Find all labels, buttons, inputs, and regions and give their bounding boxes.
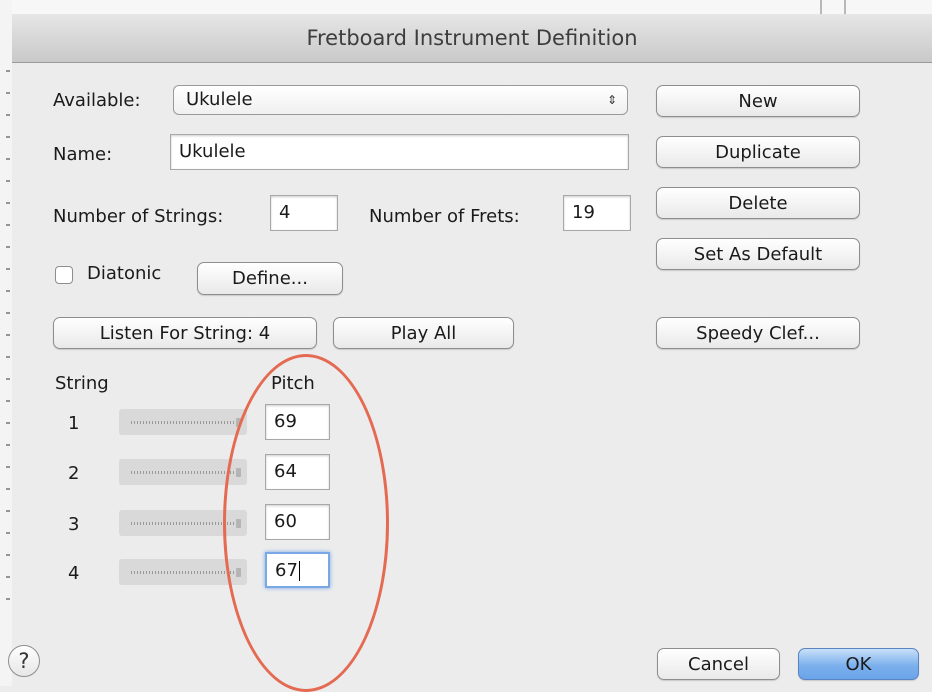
string-number: 3 [68,514,80,535]
available-selected-value: Ukulele [186,89,253,110]
window-title: Fretboard Instrument Definition [306,26,638,50]
pitch-slider[interactable] [119,510,247,536]
listen-for-string-button[interactable]: Listen For String: 4 [53,317,317,349]
pitch-slider[interactable] [119,409,247,435]
string-column-header: String [55,373,109,394]
slider-track [131,522,237,525]
pitch-slider[interactable] [119,559,247,585]
frets-field-value: 19 [572,202,595,223]
listen-button-label: Listen For String: 4 [99,322,271,344]
cancel-button[interactable]: Cancel [657,648,780,680]
string-number: 4 [68,563,80,584]
name-field[interactable]: Ukulele [170,134,629,170]
slider-track [131,571,237,574]
help-icon: ? [18,649,30,673]
delete-button-label: Delete [728,192,788,214]
pitch-field[interactable]: 69 [265,404,330,440]
frets-field[interactable]: 19 [563,195,631,231]
pitch-value: 64 [274,461,297,482]
diatonic-checkbox[interactable] [55,266,73,284]
delete-button[interactable]: Delete [656,187,860,219]
select-arrows-icon: ⇕ [606,93,617,107]
define-button-label: Define... [232,268,308,289]
name-label: Name: [53,144,113,165]
pitch-slider[interactable] [119,459,247,485]
pitch-field[interactable]: 60 [265,504,330,540]
string-number: 1 [68,413,80,434]
set-as-default-button[interactable]: Set As Default [656,238,860,270]
slider-thumb[interactable] [236,468,241,477]
speedy-clef-button-label: Speedy Clef... [696,322,820,344]
help-button[interactable]: ? [8,645,40,677]
duplicate-button[interactable]: Duplicate [656,136,860,168]
define-button[interactable]: Define... [197,262,343,295]
play-all-button-label: Play All [390,322,457,344]
slider-track [131,471,237,474]
strings-field[interactable]: 4 [270,195,338,231]
speedy-clef-button[interactable]: Speedy Clef... [656,317,860,349]
pitch-value: 69 [274,411,297,432]
title-bar: Fretboard Instrument Definition [12,14,932,63]
available-label: Available: [53,90,141,111]
diatonic-label: Diatonic [87,263,162,284]
text-caret [298,561,300,581]
frets-label: Number of Frets: [369,206,520,227]
pitch-value: 67 [275,560,298,581]
ok-button[interactable]: OK [798,648,919,680]
ok-button-label: OK [845,653,872,675]
available-select[interactable]: Ukulele ⇕ [173,85,628,115]
pitch-field[interactable]: 64 [265,454,330,490]
new-button-label: New [738,90,778,112]
slider-thumb[interactable] [236,519,241,528]
set-default-button-label: Set As Default [693,243,823,265]
cancel-button-label: Cancel [688,653,749,675]
pitch-field-focused[interactable]: 67 [265,552,330,588]
pitch-value: 60 [274,511,297,532]
new-button[interactable]: New [656,85,860,117]
strings-label: Number of Strings: [53,206,224,227]
resize-grip [820,0,846,14]
duplicate-button-label: Duplicate [715,141,801,163]
strings-field-value: 4 [279,202,291,223]
string-number: 2 [68,463,80,484]
background-window-strip [12,0,932,14]
ruler-ticks [6,70,10,610]
play-all-button[interactable]: Play All [333,317,514,349]
name-field-value: Ukulele [179,141,246,162]
slider-track [131,421,237,424]
fretboard-dialog: Available: Ukulele ⇕ Name: Ukulele Numbe… [8,63,932,692]
slider-thumb[interactable] [236,568,241,577]
pitch-column-header: Pitch [271,373,315,394]
slider-thumb[interactable] [236,418,241,427]
